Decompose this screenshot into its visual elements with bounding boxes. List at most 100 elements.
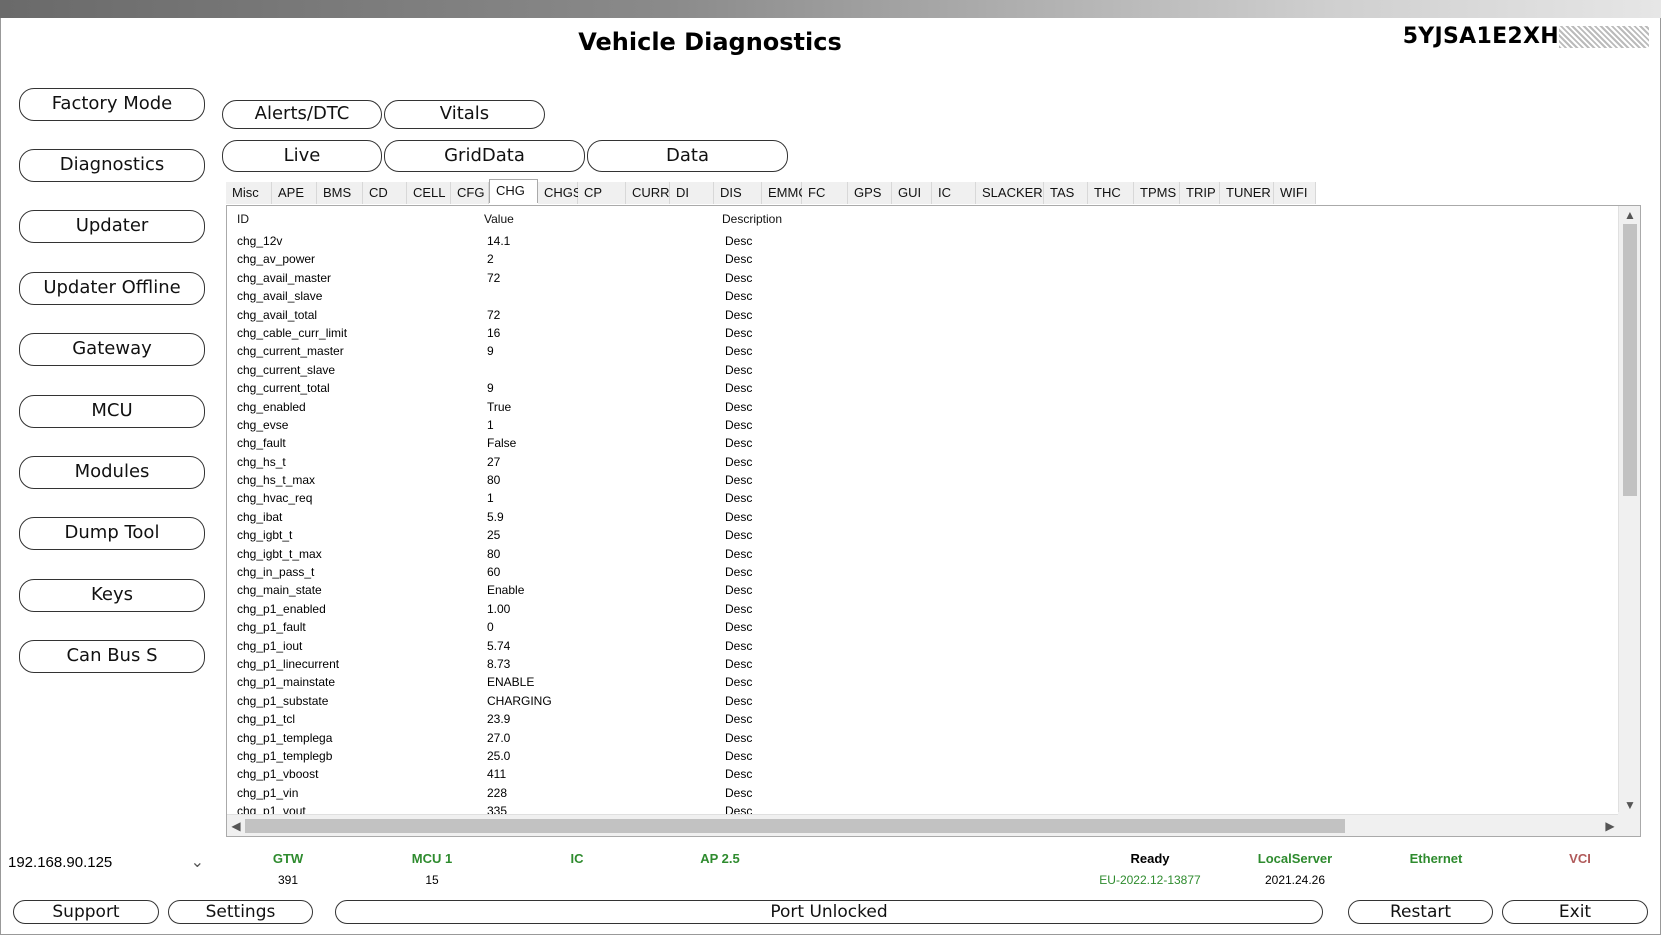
sidebar-item-mcu[interactable]: MCU: [19, 395, 205, 428]
table-row[interactable]: chg_current_master 9 Desc: [227, 342, 1617, 360]
arrow-left-icon[interactable]: ◀: [227, 815, 245, 837]
column-header-value[interactable]: Value: [484, 212, 514, 226]
ip-address-dropdown[interactable]: 192.168.90.125 ⌄: [8, 848, 218, 878]
table-row[interactable]: chg_p1_linecurrent 8.73 Desc: [227, 655, 1617, 673]
vertical-scroll-thumb[interactable]: [1623, 224, 1637, 496]
table-row[interactable]: chg_p1_vout 335 Desc: [227, 802, 1617, 814]
table-row[interactable]: chg_p1_templega 27.0 Desc: [227, 729, 1617, 747]
table-row[interactable]: chg_av_power 2 Desc: [227, 250, 1617, 268]
tab-curr[interactable]: CURR: [626, 182, 670, 204]
table-row[interactable]: chg_fault False Desc: [227, 434, 1617, 452]
sidebar-item-updater[interactable]: Updater: [19, 210, 205, 243]
chevron-down-icon[interactable]: ⌄: [191, 852, 204, 872]
vitals-button[interactable]: Vitals: [384, 100, 545, 129]
tab-slacker[interactable]: SLACKER: [976, 182, 1044, 204]
tab-gps[interactable]: GPS: [848, 182, 892, 204]
table-row[interactable]: chg_p1_enabled 1.00 Desc: [227, 600, 1617, 618]
restart-button[interactable]: Restart: [1348, 900, 1493, 924]
table-row[interactable]: chg_igbt_t 25 Desc: [227, 526, 1617, 544]
cell-id: chg_12v: [237, 234, 283, 248]
table-row[interactable]: chg_hvac_req 1 Desc: [227, 489, 1617, 507]
table-row[interactable]: chg_p1_templegb 25.0 Desc: [227, 747, 1617, 765]
horizontal-scrollbar[interactable]: ◀ ▶: [227, 814, 1619, 836]
data-grid[interactable]: ID Value Description chg_12v 14.1 Desc chg_…: [226, 205, 1641, 837]
horizontal-scroll-thumb[interactable]: [245, 819, 1345, 833]
settings-button[interactable]: Settings: [168, 900, 313, 924]
sidebar-item-gateway[interactable]: Gateway: [19, 333, 205, 366]
tab-ic[interactable]: IC: [932, 182, 976, 204]
status-value: 2021.24.26: [1264, 873, 1326, 887]
support-button[interactable]: Support: [13, 900, 159, 924]
cell-description: Desc: [725, 307, 753, 322]
cell-id: chg_p1_substate: [237, 693, 329, 708]
sidebar-item-can-bus-s[interactable]: Can Bus S: [19, 640, 205, 673]
sidebar-item-modules[interactable]: Modules: [19, 456, 205, 489]
table-row[interactable]: chg_p1_vboost 411 Desc: [227, 765, 1617, 783]
cell-id: chg_avail_total: [237, 307, 318, 322]
table-row[interactable]: chg_avail_total 72 Desc: [227, 306, 1617, 324]
port-status-button[interactable]: Port Unlocked: [335, 900, 1323, 924]
tab-thc[interactable]: THC: [1088, 182, 1134, 204]
table-row[interactable]: chg_cable_curr_limit 16 Desc: [227, 324, 1617, 342]
tab-cd[interactable]: CD: [363, 182, 407, 204]
table-row[interactable]: chg_avail_slave Desc: [227, 287, 1617, 305]
cell-value: 0: [487, 620, 494, 635]
tab-wifi[interactable]: WIFI: [1274, 182, 1316, 204]
table-row[interactable]: chg_p1_tcl 23.9 Desc: [227, 710, 1617, 728]
exit-button[interactable]: Exit: [1502, 900, 1648, 924]
tab-gui[interactable]: GUI: [892, 182, 932, 204]
tab-di[interactable]: DI: [670, 182, 714, 204]
tab-chg[interactable]: CHG: [489, 179, 538, 203]
arrow-right-icon[interactable]: ▶: [1601, 815, 1619, 837]
table-row[interactable]: chg_evse 1 Desc: [227, 416, 1617, 434]
table-row[interactable]: chg_p1_mainstate ENABLE Desc: [227, 673, 1617, 691]
tab-bms[interactable]: BMS: [317, 182, 363, 204]
live-button[interactable]: Live: [222, 140, 382, 172]
vertical-scrollbar[interactable]: ▲ ▼: [1618, 206, 1640, 814]
table-row[interactable]: chg_igbt_t_max 80 Desc: [227, 545, 1617, 563]
sidebar-item-diagnostics[interactable]: Diagnostics: [19, 149, 205, 182]
table-row[interactable]: chg_avail_master 72 Desc: [227, 269, 1617, 287]
table-row[interactable]: chg_current_total 9 Desc: [227, 379, 1617, 397]
table-row[interactable]: chg_12v 14.1 Desc: [227, 232, 1617, 250]
tab-tuner[interactable]: TUNER: [1220, 182, 1274, 204]
tab-cell[interactable]: CELL: [407, 182, 451, 204]
table-row[interactable]: chg_enabled True Desc: [227, 398, 1617, 416]
cell-id: chg_enabled: [237, 399, 306, 414]
table-row[interactable]: chg_hs_t_max 80 Desc: [227, 471, 1617, 489]
alerts-dtc-button[interactable]: Alerts/DTC: [222, 100, 382, 129]
column-header-id[interactable]: ID: [237, 212, 249, 226]
tab-tas[interactable]: TAS: [1044, 182, 1088, 204]
sidebar-item-updater-offline[interactable]: Updater Offline: [19, 272, 205, 305]
column-header-description[interactable]: Description: [722, 212, 782, 226]
sidebar-item-dump-tool[interactable]: Dump Tool: [19, 517, 205, 550]
cell-description: Desc: [725, 785, 753, 800]
tab-misc[interactable]: Misc: [226, 182, 272, 204]
arrow-up-icon[interactable]: ▲: [1619, 206, 1641, 224]
cell-id: chg_igbt_t_max: [237, 546, 322, 561]
table-row[interactable]: chg_p1_fault 0 Desc: [227, 618, 1617, 636]
cell-description: Desc: [725, 712, 753, 727]
tab-cp[interactable]: CP: [578, 182, 626, 204]
tab-chgs[interactable]: CHGS: [538, 182, 582, 204]
tab-fc[interactable]: FC: [802, 182, 848, 204]
table-row[interactable]: chg_hs_t 27 Desc: [227, 453, 1617, 471]
sidebar-item-keys[interactable]: Keys: [19, 579, 205, 612]
table-row[interactable]: chg_current_slave Desc: [227, 361, 1617, 379]
table-row[interactable]: chg_p1_substate CHARGING Desc: [227, 692, 1617, 710]
tab-cfg[interactable]: CFG: [451, 182, 489, 204]
table-row[interactable]: chg_main_state Enable Desc: [227, 581, 1617, 599]
sidebar-item-factory-mode[interactable]: Factory Mode: [19, 88, 205, 121]
app-title: Vehicle Diagnostics: [578, 28, 842, 56]
data-button[interactable]: Data: [587, 140, 788, 172]
tab-tpms[interactable]: TPMS: [1134, 182, 1180, 204]
tab-emmc[interactable]: EMMC: [762, 182, 808, 204]
tab-ape[interactable]: APE: [272, 182, 317, 204]
table-row[interactable]: chg_p1_iout 5.74 Desc: [227, 637, 1617, 655]
table-row[interactable]: chg_ibat 5.9 Desc: [227, 508, 1617, 526]
tab-dis[interactable]: DIS: [714, 182, 762, 204]
tab-trip[interactable]: TRIP: [1180, 182, 1220, 204]
griddata-button[interactable]: GridData: [384, 140, 585, 172]
table-row[interactable]: chg_p1_vin 228 Desc: [227, 784, 1617, 802]
table-row[interactable]: chg_in_pass_t 60 Desc: [227, 563, 1617, 581]
